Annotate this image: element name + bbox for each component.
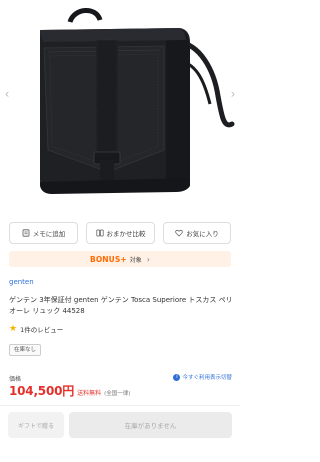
add-memo-button[interactable]: メモに追加 <box>9 222 78 244</box>
bottom-action-bar: ギフトで贈る 在庫がありません <box>0 412 240 438</box>
out-of-stock-button[interactable]: 在庫がありません <box>69 412 232 438</box>
chevron-left-icon[interactable]: ‹ <box>2 86 12 102</box>
price-value: 104,500円 <box>9 384 75 398</box>
review-link[interactable]: ★ 1件のレビュー <box>9 324 63 334</box>
gift-button[interactable]: ギフトで贈る <box>8 412 64 438</box>
stock-status-badge: 在庫なし <box>9 344 42 356</box>
favorite-label: お気に入り <box>186 230 219 238</box>
review-count: 1件のレビュー <box>20 326 64 334</box>
chevron-right-icon: › <box>146 254 150 264</box>
memo-icon <box>22 229 30 237</box>
divider <box>0 405 240 406</box>
heart-icon <box>175 229 183 237</box>
chevron-right-icon[interactable]: › <box>228 86 238 102</box>
bonus-label: BONUS+ <box>90 254 127 264</box>
shipping-note: (全国一律) <box>104 391 131 397</box>
action-buttons: メモに追加 おまかせ比較 お気に入り <box>0 222 240 246</box>
bonus-sub-label: 対象 <box>129 256 142 264</box>
product-image <box>40 8 235 194</box>
shipping-free: 送料無料 <box>77 390 102 397</box>
info-icon: i <box>173 373 181 381</box>
bonus-banner[interactable]: BONUS+ 対象 › <box>9 251 231 267</box>
price-row: 104,500円 送料無料 (全国一律) <box>9 382 130 399</box>
usage-display-toggle[interactable]: i 今すぐ利用表示切替 <box>173 373 232 381</box>
omakase-compare-label: おまかせ比較 <box>106 230 146 238</box>
brand-link[interactable]: genten <box>9 278 34 286</box>
add-memo-label: メモに追加 <box>32 230 66 238</box>
favorite-button[interactable]: お気に入り <box>163 222 231 244</box>
product-image-gallery[interactable]: ‹ › <box>0 0 240 205</box>
compare-icon <box>95 229 104 237</box>
star-icon: ★ <box>9 323 18 334</box>
usage-display-label: 今すぐ利用表示切替 <box>182 375 232 381</box>
omakase-compare-button[interactable]: おまかせ比較 <box>86 222 155 244</box>
product-title: ゲンテン 3年保証付 genten ゲンテン Tosca Superiore ト… <box>9 296 233 315</box>
